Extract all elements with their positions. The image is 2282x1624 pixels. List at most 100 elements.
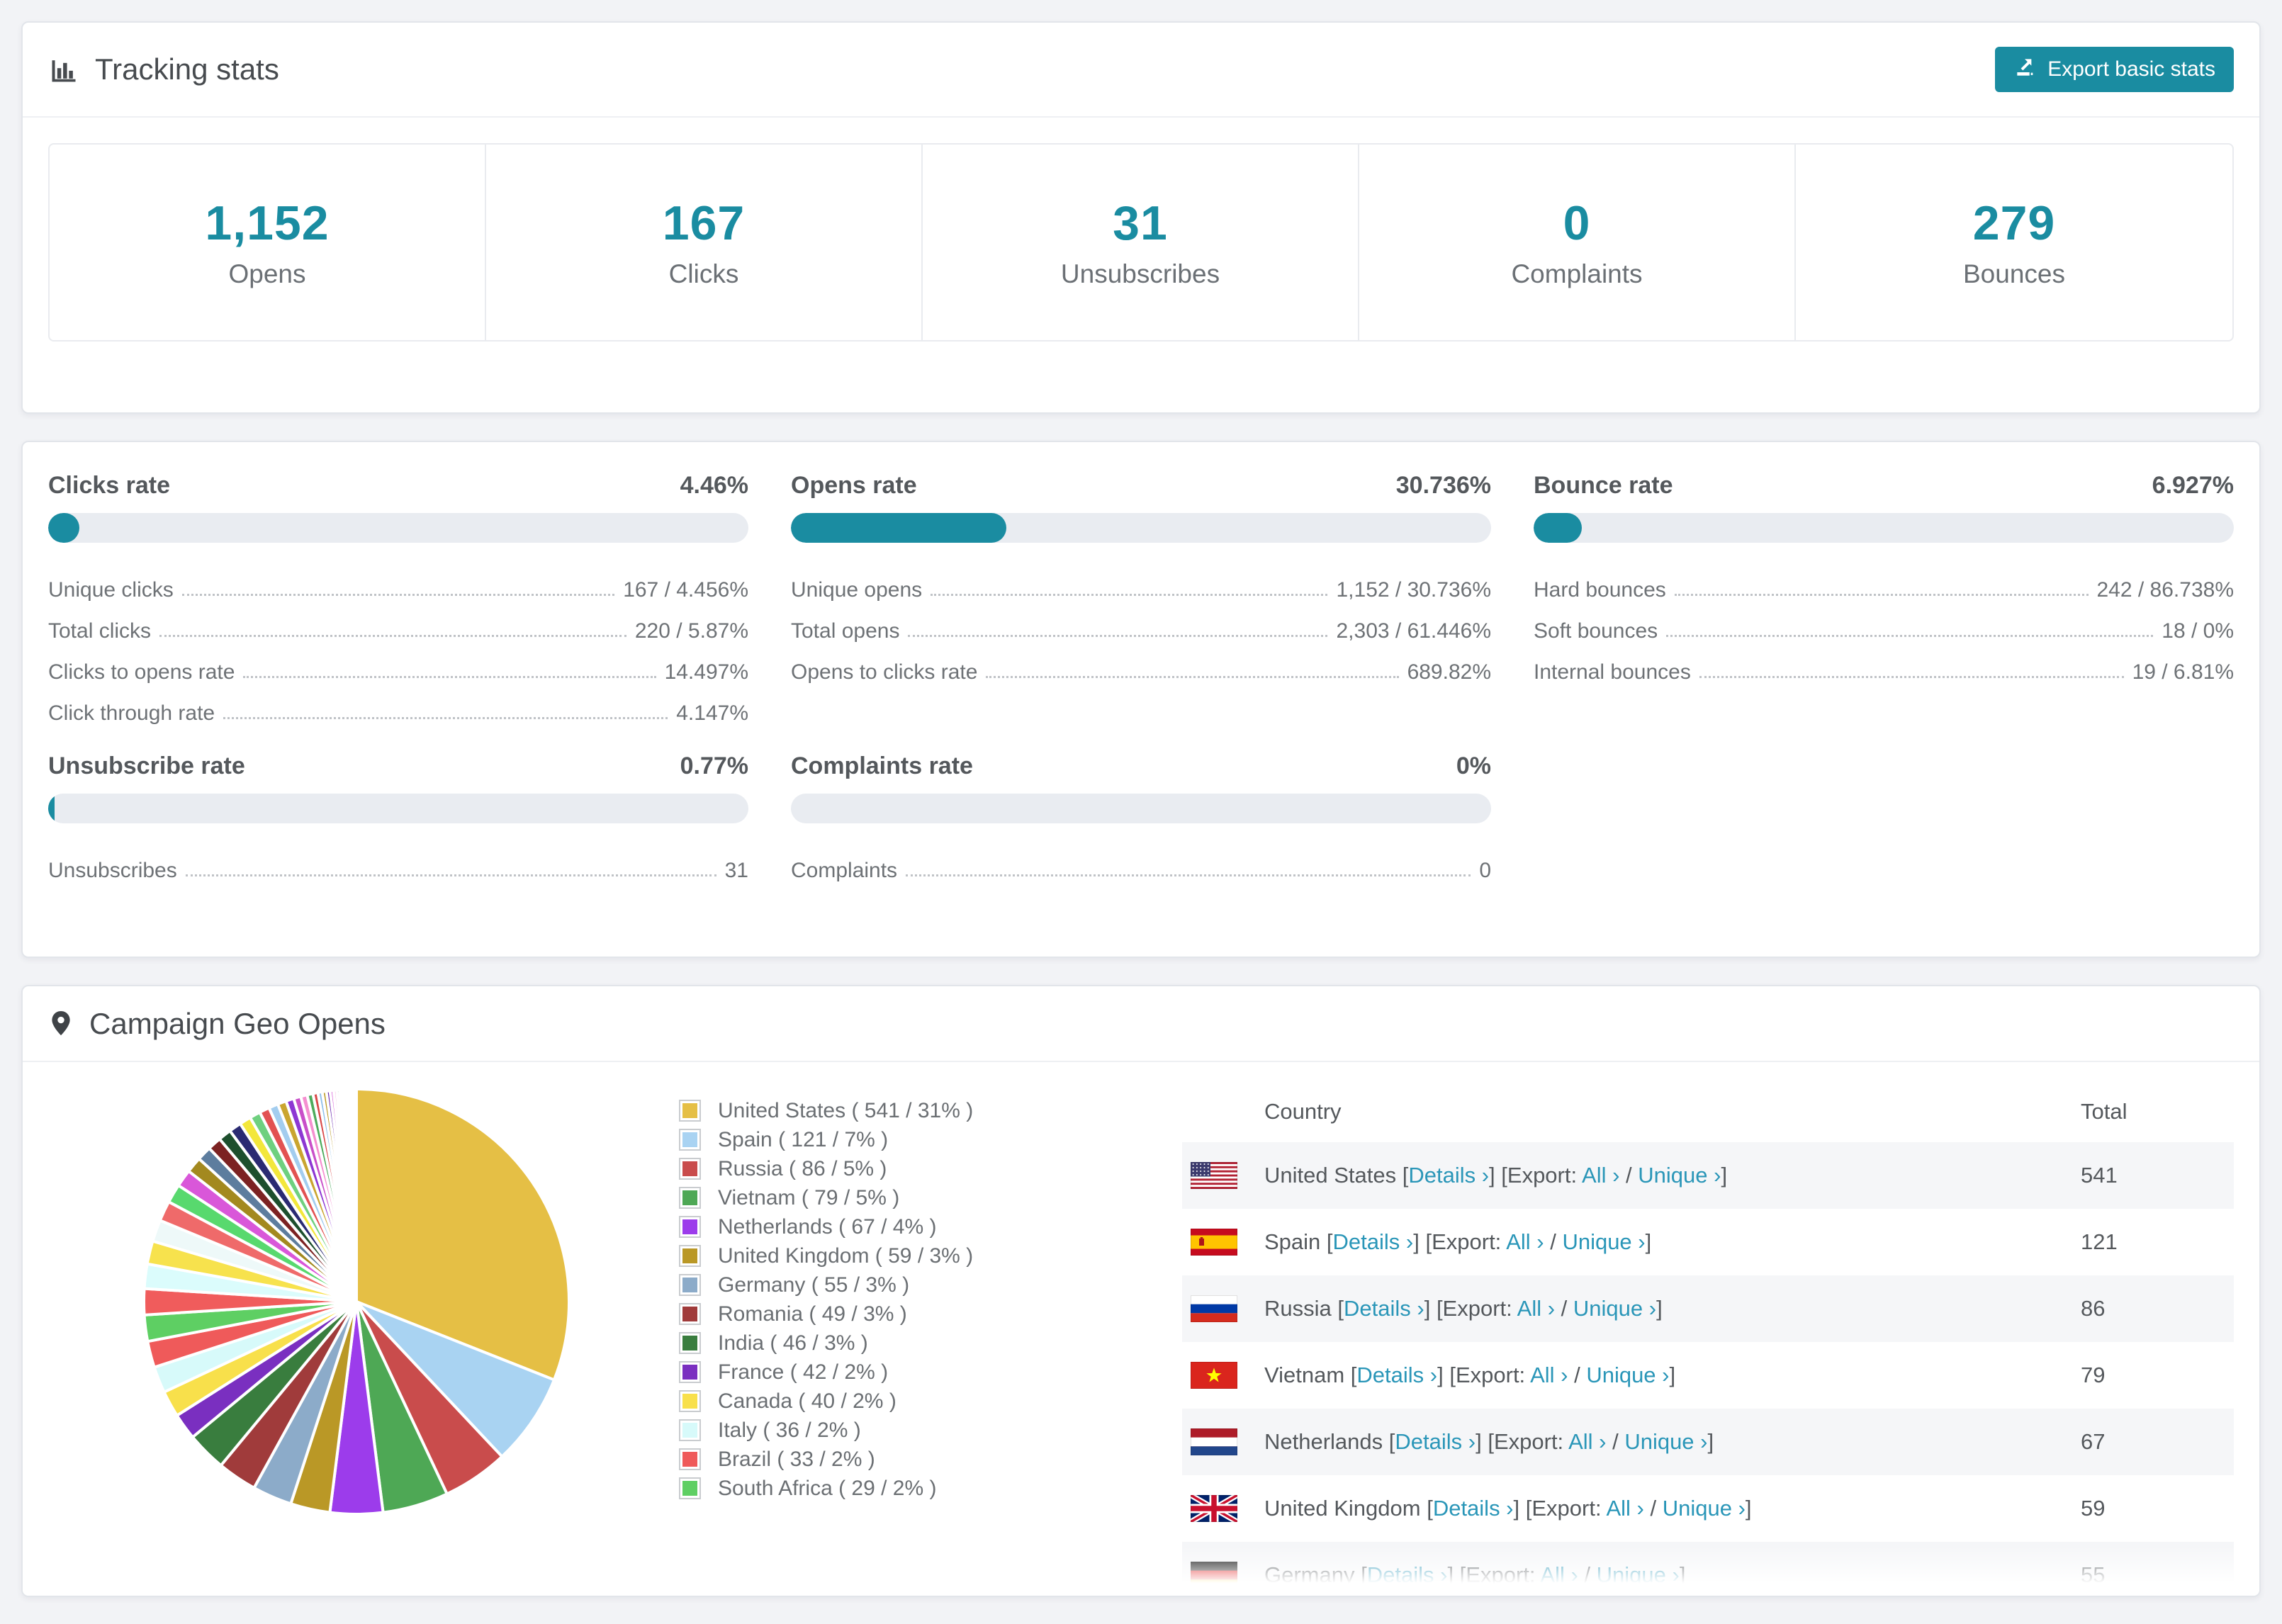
progress-bar [791,513,1491,543]
stat-value: 31 [1113,196,1168,250]
bracket: ] [1669,1363,1676,1387]
legend-item-vietnam[interactable]: Vietnam ( 79 / 5% ) [679,1183,1175,1212]
legend-item-canada[interactable]: Canada ( 40 / 2% ) [679,1387,1175,1416]
rate-row-click-through-rate: Click through rate 4.147% [48,684,748,726]
legend-swatch [679,1390,701,1412]
rate-title: Clicks rate [48,472,170,499]
legend-swatch [679,1129,701,1151]
dotted-leader [181,594,615,596]
legend-label: South Africa ( 29 / 2% ) [718,1476,937,1500]
export-unique-link[interactable]: Unique › [1562,1229,1645,1254]
table-row-united-kingdom: United Kingdom [Details ›] [Export: All … [1182,1475,2234,1542]
export-label: [Export: [1459,1562,1541,1587]
us-flag-icon [1191,1162,1237,1189]
export-unique-link[interactable]: Unique › [1663,1496,1746,1521]
export-label: [Export: [1488,1429,1569,1454]
bracket: ] [1476,1429,1488,1454]
rate-row-value: 14.497% [664,660,748,684]
rate-row-value: 167 / 4.456% [623,578,748,602]
legend-label: Brazil ( 33 / 2% ) [718,1447,875,1471]
table-row-germany: Germany [Details ›] [Export: All › / Uni… [1182,1542,2234,1596]
legend-item-france[interactable]: France ( 42 / 2% ) [679,1358,1175,1387]
rate-value: 0% [1456,752,1491,779]
export-all-link[interactable]: All › [1506,1229,1544,1254]
stat-label: Clicks [668,259,739,288]
legend-item-netherlands[interactable]: Netherlands ( 67 / 4% ) [679,1212,1175,1241]
export-unique-link[interactable]: Unique › [1573,1296,1656,1321]
legend-item-germany[interactable]: Germany ( 55 / 3% ) [679,1270,1175,1299]
rate-row-label: Internal bounces [1534,660,1691,684]
panel-title: Tracking stats [95,52,279,86]
total-column-header: Total [2081,1098,2128,1124]
country-name: Vietnam [1264,1363,1351,1387]
country-cell: Netherlands [Details ›] [Export: All › /… [1264,1429,2081,1455]
export-unique-link[interactable]: Unique › [1638,1163,1721,1188]
tracking-stats-panel: Tracking stats Export basic stats 1,152 O… [21,21,2261,414]
details-link[interactable]: Details › [1344,1296,1424,1321]
export-all-link[interactable]: All › [1568,1429,1606,1454]
nl-flag-icon [1191,1428,1237,1455]
rate-row-label: Unique opens [791,578,923,602]
progress-bar [48,513,748,543]
legend-item-united-states[interactable]: United States ( 541 / 31% ) [679,1096,1175,1125]
country-name: Russia [1264,1296,1338,1321]
dotted-leader [243,676,656,678]
legend-swatch [679,1187,701,1209]
legend-item-brazil[interactable]: Brazil ( 33 / 2% ) [679,1445,1175,1474]
rate-row-value: 4.147% [676,701,748,725]
details-link[interactable]: Details › [1356,1363,1437,1387]
rate-row-label: Unsubscribes [48,859,177,882]
legend-item-russia[interactable]: Russia ( 86 / 5% ) [679,1154,1175,1183]
progress-bar [1534,513,2234,543]
legend-item-italy[interactable]: Italy ( 36 / 2% ) [679,1416,1175,1445]
bracket: ] [1707,1429,1714,1454]
dotted-leader [185,874,716,876]
details-link[interactable]: Details › [1433,1496,1514,1521]
rate-row-value: 31 [724,859,748,882]
legend-item-romania[interactable]: Romania ( 49 / 3% ) [679,1299,1175,1329]
country-column-header: Country [1264,1098,1342,1124]
details-link[interactable]: Details › [1367,1562,1448,1587]
geo-table: Country Total United States [Details ›] … [1182,1081,2234,1596]
rate-row-label: Complaints [791,859,898,882]
stat-cell-unsubscribes: 31 Unsubscribes [923,145,1359,340]
bracket: ] [1721,1163,1728,1188]
legend-item-india[interactable]: India ( 46 / 3% ) [679,1329,1175,1358]
bracket: [ [1337,1296,1344,1321]
export-all-link[interactable]: All › [1540,1562,1578,1587]
export-all-link[interactable]: All › [1606,1496,1643,1521]
bracket: [ [1361,1562,1367,1587]
export-all-link[interactable]: All › [1517,1296,1555,1321]
details-link[interactable]: Details › [1408,1163,1489,1188]
legend-label: Italy ( 36 / 2% ) [718,1418,861,1442]
legend-item-spain[interactable]: Spain ( 121 / 7% ) [679,1125,1175,1154]
ru-flag-icon [1191,1295,1237,1322]
details-link[interactable]: Details › [1395,1429,1476,1454]
export-basic-stats-button[interactable]: Export basic stats [1995,47,2234,92]
total-cell: 541 [2081,1163,2118,1188]
details-link[interactable]: Details › [1333,1229,1414,1254]
legend-item-south-africa[interactable]: South Africa ( 29 / 2% ) [679,1474,1175,1503]
export-all-link[interactable]: All › [1582,1163,1619,1188]
export-label: [Export: [1525,1496,1607,1521]
legend-swatch [679,1419,701,1441]
rate-row-unsubscribes: Unsubscribes 31 [48,842,748,883]
progress-fill [48,513,80,543]
rate-row-label: Clicks to opens rate [48,660,235,684]
rate-group-bounce-rate: Bounce rate 6.927% Hard bounces 242 / 86.73… [1534,472,2234,726]
export-all-link[interactable]: All › [1530,1363,1568,1387]
slash: / [1578,1562,1597,1587]
stat-value: 167 [662,196,746,250]
legend-swatch [679,1448,701,1470]
legend-item-united-kingdom[interactable]: United Kingdom ( 59 / 3% ) [679,1241,1175,1270]
rates-panel: Clicks rate 4.46% Unique clicks 167 / 4.456… [21,441,2261,958]
rate-row-value: 220 / 5.87% [634,619,748,643]
export-unique-link[interactable]: Unique › [1586,1363,1669,1387]
page: Tracking stats Export basic stats 1,152 O… [0,21,2282,1597]
export-unique-link[interactable]: Unique › [1624,1429,1707,1454]
dotted-leader [906,874,1471,876]
bracket: ] [1413,1229,1426,1254]
table-row-united-states: United States [Details ›] [Export: All ›… [1182,1142,2234,1209]
export-unique-link[interactable]: Unique › [1597,1562,1680,1587]
rate-row-label: Unique clicks [48,578,174,602]
